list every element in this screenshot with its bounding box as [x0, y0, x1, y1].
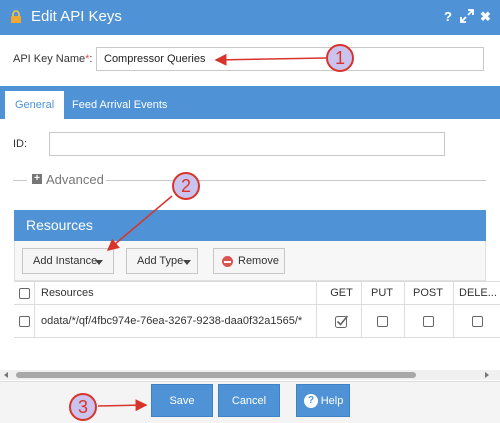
- column-header-resources[interactable]: Resources: [41, 282, 94, 304]
- id-label: ID:: [13, 138, 28, 150]
- advanced-toggle[interactable]: Advanced: [46, 172, 104, 187]
- resources-toolbar: Add Instance Add Type Remove: [14, 241, 486, 281]
- dialog-title: Edit API Keys: [31, 8, 122, 25]
- dialog-titlebar: Edit API Keys ? ✖: [0, 0, 500, 35]
- close-icon[interactable]: ✖: [480, 9, 491, 25]
- advanced-divider-right: [106, 180, 486, 181]
- cancel-button[interactable]: Cancel: [218, 384, 280, 417]
- help-button[interactable]: ? Help: [296, 384, 350, 417]
- api-key-name-input[interactable]: Compressor Queries: [96, 47, 484, 71]
- caret-down-icon: [95, 260, 103, 265]
- column-header-get[interactable]: GET: [324, 282, 359, 304]
- column-header-delete[interactable]: DELE...: [459, 282, 497, 304]
- advanced-divider-left: [13, 180, 27, 181]
- lock-icon: [11, 10, 21, 23]
- api-key-name-label: API Key Name*:: [13, 53, 93, 65]
- post-cell: [405, 305, 451, 337]
- remove-label: Remove: [238, 255, 279, 267]
- scroll-right-icon[interactable]: [485, 372, 489, 378]
- annotation-callout-2: 2: [172, 172, 200, 200]
- help-icon[interactable]: ?: [444, 9, 452, 24]
- delete-cell: [454, 305, 500, 337]
- save-button[interactable]: Save: [151, 384, 213, 417]
- remove-button[interactable]: Remove: [213, 248, 285, 274]
- id-input[interactable]: [49, 132, 445, 156]
- get-checkbox[interactable]: [334, 314, 349, 328]
- expand-icon[interactable]: [460, 9, 474, 23]
- annotation-callout-1: 1: [326, 44, 354, 72]
- scrollbar-thumb[interactable]: [16, 372, 416, 378]
- add-instance-button[interactable]: Add Instance: [22, 248, 114, 274]
- column-header-post[interactable]: POST: [405, 282, 451, 304]
- caret-down-icon: [183, 260, 191, 265]
- put-cell: [362, 305, 402, 337]
- column-header-put[interactable]: PUT: [362, 282, 402, 304]
- select-all-cell: [19, 282, 30, 304]
- table-row[interactable]: odata/*/qf/4fbc974e-76ea-3267-9238-daa0f…: [14, 305, 500, 338]
- resources-header: Resources: [14, 210, 486, 241]
- help-label: Help: [320, 395, 344, 407]
- resource-path: odata/*/qf/4fbc974e-76ea-3267-9238-daa0f…: [41, 315, 303, 327]
- post-checkbox[interactable]: [422, 315, 434, 327]
- remove-icon: [222, 256, 233, 267]
- scroll-left-icon[interactable]: [4, 372, 8, 378]
- resources-table: Resources GET PUT POST DELE... odata/*/q…: [14, 281, 500, 359]
- add-type-label: Add Type: [137, 255, 184, 267]
- get-cell: [324, 305, 359, 337]
- tab-feed-arrival-events[interactable]: Feed Arrival Events: [62, 91, 177, 119]
- put-checkbox[interactable]: [376, 315, 388, 327]
- help-circle-icon: ?: [304, 394, 318, 408]
- add-type-button[interactable]: Add Type: [126, 248, 198, 274]
- table-header: Resources GET PUT POST DELE...: [14, 281, 500, 305]
- delete-checkbox[interactable]: [471, 315, 483, 327]
- tab-general[interactable]: General: [5, 91, 65, 119]
- tab-bar: General Feed Arrival Events: [0, 86, 500, 119]
- annotation-callout-3: 3: [69, 393, 97, 421]
- select-all-checkbox[interactable]: [19, 287, 30, 299]
- expand-plus-icon[interactable]: +: [32, 174, 42, 184]
- add-instance-label: Add Instance: [33, 255, 98, 267]
- row-select-checkbox[interactable]: [19, 315, 30, 327]
- horizontal-scrollbar[interactable]: [0, 370, 500, 380]
- row-select-cell: [19, 305, 30, 337]
